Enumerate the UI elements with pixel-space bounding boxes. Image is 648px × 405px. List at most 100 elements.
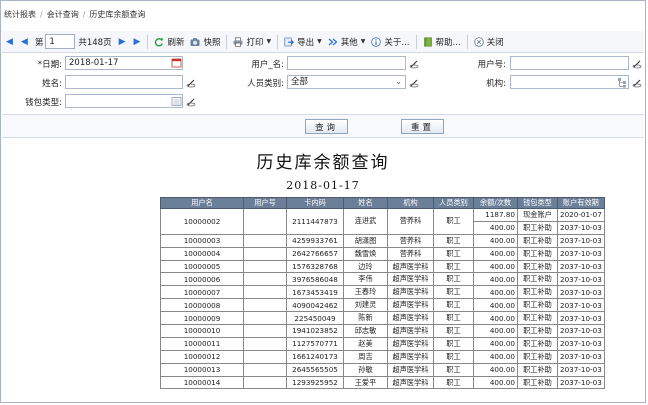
cell-wallet-type: 职工补助 [517,375,558,390]
help-label: 帮助... [435,37,461,48]
column-header: 余额/次数 [473,197,518,209]
cell-balance: 400.00 [473,324,518,338]
toolbar-divider [415,34,417,49]
cell-dept: 超声医学科 [387,362,434,377]
cell-expiry: 2037-10-03 [557,298,605,313]
user-type-value: 全部 [291,77,309,87]
cell-balance: 400.00 [473,285,518,300]
clear-icon[interactable] [186,96,197,107]
table-row: 10000012 1661240173 周吉 超声医学科 职工 400.00 职工补助 203… [160,349,605,364]
table-row: 10000010 1941023852 邱志敏 超声医学科 职工 400.00 职工补助 20… [160,324,605,338]
column-header: 钱包类型 [517,197,558,209]
cell-user-no [243,311,287,326]
cell-expiry: 2037-10-03 [557,324,605,338]
dept-field[interactable] [510,75,629,89]
calendar-icon[interactable] [171,57,182,68]
cell-username: 10000008 [160,298,244,313]
cell-balance: 400.00 [473,220,518,235]
cell-card-code: 4090042462 [286,298,344,313]
page-number-input[interactable]: 1 [45,34,76,49]
clear-icon[interactable] [409,77,420,88]
first-page-button[interactable]: ◀ [2,37,17,47]
cell-user-type: 职工 [433,272,474,287]
name-field[interactable] [65,75,183,89]
user-name-field[interactable] [287,56,406,70]
cell-username: 10000002 [160,208,244,235]
close-button[interactable]: 关闭 [471,33,507,51]
close-label: 关闭 [486,37,504,48]
clear-icon[interactable] [409,58,420,69]
cell-card-code: 1673453419 [286,285,344,300]
prev-page-button[interactable]: ◀ [17,37,32,47]
snapshot-label: 快照 [203,37,221,48]
export-label: 导出 [297,37,315,48]
cell-user-type: 职工 [433,375,474,390]
column-header: 人员类别 [433,197,474,209]
column-header: 姓名 [343,197,388,209]
cell-username: 10000011 [160,336,244,351]
form-button-row: 查询 重置 [2,114,644,138]
column-header: 用户号 [243,197,287,209]
cell-dept: 超声医学科 [387,375,434,390]
cell-expiry: 2037-10-03 [557,349,605,364]
cell-user-type: 职工 [433,362,474,377]
cell-dept: 超声医学科 [387,285,434,300]
cell-name: 边玲 [343,259,388,274]
cell-name: 李伟 [343,272,388,287]
about-button[interactable]: 关于... [368,33,412,51]
cell-wallet-type: 职工补助 [517,362,558,377]
export-button[interactable]: 导出 ▼ [281,33,325,51]
next-page-button[interactable]: ▶ [115,37,130,47]
table-row: 10000004 2642766657 魏雪焕 营养科 职工 400.00 职工补助 2037… [160,246,605,261]
cell-username: 10000012 [160,349,244,364]
table-row: 10000003 4259933761 胡潇图 营养科 职工 400.00 职工补助 2037… [160,233,605,248]
cell-balance: 400.00 [473,336,518,351]
date-field[interactable]: 2018-01-17 [65,56,183,70]
report-toolbar: ◀ ◀ 第 1 共148页 ▶ ▶ 刷新 快照 打印 ▼ 导出 ▼ 其他 ▼ 关… [2,31,644,53]
tree-picker-icon[interactable] [617,77,628,88]
other-button[interactable]: 其他 ▼ [325,33,369,51]
help-button[interactable]: 帮助... [420,33,464,51]
clear-icon[interactable] [632,77,643,88]
user-type-label: 人员类别: [247,79,284,89]
cell-card-code: 1293925952 [286,375,344,390]
cell-user-type: 职工 [433,259,474,274]
cell-wallet-type: 职工补助 [517,298,558,313]
cell-name: 连进武 [343,208,388,235]
cell-user-no [243,208,287,235]
cell-wallet-type: 职工补助 [517,246,558,261]
last-page-button[interactable]: ▶ [130,37,145,47]
user-type-select[interactable]: 全部 ⌄ [287,75,406,89]
wallet-type-field[interactable] [65,94,183,108]
cell-expiry: 2037-10-03 [557,272,605,287]
breadcrumb-item[interactable]: 统计报表 [4,9,36,20]
cell-user-type: 职工 [433,298,474,313]
breadcrumb-item-current: 历史库余额查询 [89,9,146,19]
reset-button[interactable]: 重置 [401,119,444,134]
table-row: 10000013 2645565505 孙敏 超声医学科 职工 400.00 职工补助 203… [160,362,605,377]
user-no-field[interactable] [510,56,629,70]
clear-icon[interactable] [632,58,643,69]
cell-expiry: 2037-10-03 [557,246,605,261]
cell-user-no [243,285,287,300]
cell-wallet-type: 职工补助 [517,272,558,287]
breadcrumb-item[interactable]: 会计查询 [47,9,79,20]
list-picker-icon[interactable] [171,96,182,107]
camera-icon [190,37,200,46]
table-row: 10000005 1576328768 边玲 超声医学科 职工 400.00 职工补助 203… [160,259,605,274]
query-button[interactable]: 查询 [305,119,348,134]
cell-dept: 超声医学科 [387,311,434,326]
snapshot-button[interactable]: 快照 [187,33,223,51]
table-row: 10000011 1127570771 赵美 超声医学科 职工 400.00 职工补助 203… [160,336,605,351]
refresh-button[interactable]: 刷新 [151,33,187,51]
table-row: 10000006 3976586048 李伟 超声医学科 职工 400.00 职工补助 203… [160,272,605,287]
print-button[interactable]: 打印 ▼ [230,33,274,51]
cell-user-no [243,259,287,274]
clear-icon[interactable] [186,77,197,88]
cell-balance: 400.00 [473,246,518,261]
cell-username: 10000014 [160,375,244,390]
cell-username: 10000004 [160,246,244,261]
cell-user-type: 职工 [433,285,474,300]
column-header: 账户有效期 [557,197,605,209]
report-date: 2018-01-17 [286,179,360,192]
